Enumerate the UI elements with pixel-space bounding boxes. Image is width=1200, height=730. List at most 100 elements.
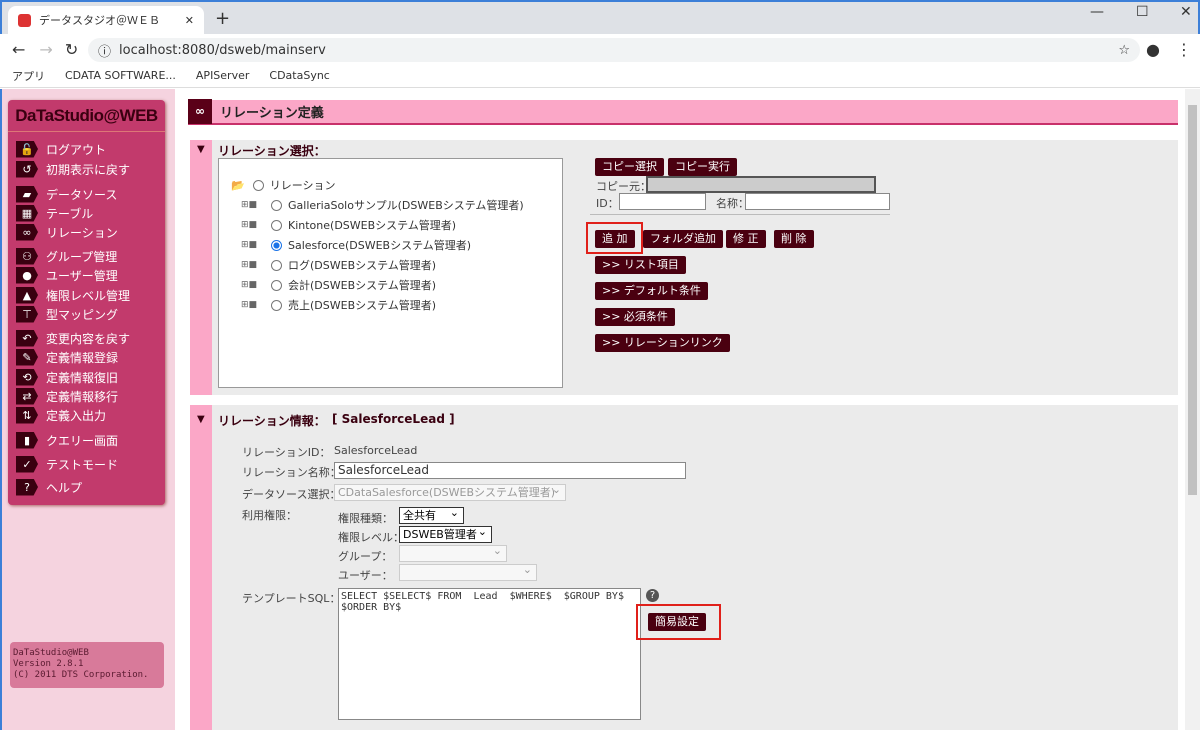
- help-icon[interactable]: ?: [646, 589, 659, 602]
- collapse-icon[interactable]: ▼: [197, 144, 205, 155]
- folder-icon[interactable]: ⊞■: [241, 260, 259, 270]
- template-sql-textarea[interactable]: SELECT $SELECT$ FROM Lead $WHERE$ $GROUP…: [338, 588, 641, 720]
- sidebar-item-4[interactable]: ∞ リレーション: [16, 223, 118, 241]
- sidebar-item-label: グループ管理: [46, 249, 118, 264]
- copy-source-field: [646, 176, 876, 193]
- account-icon[interactable]: ●: [1146, 40, 1160, 59]
- tree-item[interactable]: ⊞■ Kintone(DSWEBシステム管理者): [241, 217, 456, 233]
- sidebar-item-3[interactable]: ▦ テーブル: [16, 204, 93, 222]
- highlight-box: [586, 222, 643, 254]
- default-conditions-button[interactable]: >> デフォルト条件: [595, 282, 708, 300]
- radio-button[interactable]: [271, 279, 282, 291]
- collapse-icon[interactable]: ▼: [197, 414, 205, 425]
- bookmark-apiserver[interactable]: APIServer: [196, 69, 249, 82]
- reload-icon[interactable]: ↻: [65, 40, 78, 59]
- permission-type-select[interactable]: 全共有: [399, 505, 464, 524]
- sidebar-item-12[interactable]: ⇄ 定義情報移行: [16, 387, 118, 405]
- migrate-doc-icon: ⇄: [16, 387, 38, 405]
- bookmark-apps[interactable]: アプリ: [12, 68, 45, 84]
- radio-button[interactable]: [271, 299, 282, 311]
- folder-icon[interactable]: ⊞■: [241, 240, 259, 250]
- section-stripe: [190, 405, 212, 730]
- sidebar-item-1[interactable]: ↺ 初期表示に戻す: [16, 160, 130, 178]
- maximize-button[interactable]: ☐: [1136, 4, 1149, 20]
- relation-tree: 📂 リレーション ⊞■ GalleriaSoloサンプル(DSWEBシステム管理者)…: [218, 158, 563, 388]
- forward-icon[interactable]: →: [39, 40, 52, 59]
- folder-icon[interactable]: ⊞■: [241, 220, 259, 230]
- add-folder-button[interactable]: フォルダ追加: [643, 230, 723, 248]
- import-export-icon: ⇅: [16, 406, 38, 424]
- sidebar-item-2[interactable]: ▰ データソース: [16, 185, 117, 203]
- minimize-button[interactable]: —: [1090, 4, 1104, 20]
- folder-open-icon: 📂: [231, 178, 245, 192]
- new-tab-button[interactable]: +: [215, 8, 230, 29]
- group-select[interactable]: [399, 543, 507, 562]
- close-window-button[interactable]: ✕: [1180, 4, 1192, 20]
- user-icon: ●: [16, 266, 38, 284]
- browser-tab[interactable]: データスタジオ＠ＷＥＢ ✕: [8, 6, 204, 34]
- page-header: ∞ リレーション定義: [188, 99, 1178, 125]
- star-icon[interactable]: ☆: [1118, 43, 1130, 58]
- name-input[interactable]: [745, 193, 890, 210]
- close-tab-icon[interactable]: ✕: [185, 14, 194, 27]
- tree-item[interactable]: ⊞■ 売上(DSWEBシステム管理者): [241, 297, 436, 313]
- relation-link-button[interactable]: >> リレーションリンク: [595, 334, 730, 352]
- sidebar-item-label: ヘルプ: [46, 480, 83, 495]
- radio-button[interactable]: [271, 259, 282, 271]
- sidebar-item-13[interactable]: ⇅ 定義入出力: [16, 406, 106, 424]
- radio-root[interactable]: [252, 179, 264, 191]
- sidebar-item-7[interactable]: ▲ 権限レベル管理: [16, 286, 130, 304]
- sidebar-item-label: テストモード: [46, 457, 119, 472]
- tree-item[interactable]: ⊞■ ログ(DSWEBシステム管理者): [241, 257, 436, 273]
- undo-doc-icon: ↶: [16, 329, 38, 347]
- sidebar-item-8[interactable]: ⊤ 型マッピング: [16, 305, 118, 323]
- radio-button[interactable]: [271, 219, 282, 231]
- tree-item[interactable]: ⊞■ 会計(DSWEBシステム管理者): [241, 277, 436, 293]
- datasource-select[interactable]: CDataSalesforce(DSWEBシステム管理者): [334, 482, 566, 501]
- check-icon: ✓: [16, 455, 38, 473]
- sidebar-item-11[interactable]: ⟲ 定義情報復旧: [16, 368, 118, 386]
- sidebar-item-9[interactable]: ↶ 変更内容を戻す: [16, 329, 130, 347]
- info-icon: ⓘ: [98, 44, 112, 60]
- pyramid-icon: ▲: [16, 286, 38, 304]
- sidebar-item-label: クエリー画面: [46, 433, 119, 448]
- sidebar-item-label: 権限レベル管理: [46, 288, 131, 303]
- copy-select-button[interactable]: コピー選択: [595, 158, 664, 176]
- copy-execute-button[interactable]: コピー実行: [668, 158, 737, 176]
- scrollbar-thumb[interactable]: [1188, 105, 1197, 495]
- mapping-icon: ⊤: [16, 305, 38, 323]
- version-info: DaTaStudio@WEB Version 2.8.1 (C) 2011 DTS …: [10, 642, 164, 688]
- relation-icon: ∞: [188, 99, 212, 124]
- user-select[interactable]: [399, 562, 537, 581]
- sidebar-item-label: 定義情報登録: [46, 350, 119, 365]
- back-icon[interactable]: ←: [12, 40, 25, 59]
- tree-item[interactable]: ⊞■ GalleriaSoloサンプル(DSWEBシステム管理者): [241, 197, 524, 213]
- sidebar-item-6[interactable]: ● ユーザー管理: [16, 266, 118, 284]
- folder-icon[interactable]: ⊞■: [241, 280, 259, 290]
- required-conditions-button[interactable]: >> 必須条件: [595, 308, 675, 326]
- id-input[interactable]: [619, 193, 706, 210]
- permission-level-select[interactable]: DSWEB管理者: [399, 524, 492, 543]
- sidebar-item-label: 初期表示に戻す: [46, 162, 131, 177]
- menu-icon[interactable]: ⋮: [1176, 40, 1192, 59]
- folder-open-icon: ▰: [16, 185, 38, 203]
- delete-button[interactable]: 削 除: [774, 230, 814, 248]
- edit-button[interactable]: 修 正: [726, 230, 766, 248]
- relation-name-input[interactable]: SalesforceLead: [334, 462, 686, 479]
- sidebar-item-14[interactable]: ▮ クエリー画面: [16, 431, 118, 449]
- sidebar-item-10[interactable]: ✎ 定義情報登録: [16, 348, 118, 366]
- bookmark-cdata[interactable]: CDATA SOFTWARE...: [65, 69, 176, 82]
- list-items-button[interactable]: >> リスト項目: [595, 256, 686, 274]
- sidebar-item-5[interactable]: ⚇ グループ管理: [16, 247, 117, 265]
- sidebar-item-15[interactable]: ✓ テストモード: [16, 455, 118, 473]
- folder-icon[interactable]: ⊞■: [241, 300, 259, 310]
- url-input[interactable]: ⓘ localhost:8080/dsweb/mainserv ☆: [88, 38, 1140, 62]
- sidebar-item-16[interactable]: ? ヘルプ: [16, 478, 82, 496]
- radio-button[interactable]: [271, 199, 282, 211]
- folder-icon[interactable]: ⊞■: [241, 200, 259, 210]
- tree-item[interactable]: ⊞■ Salesforce(DSWEBシステム管理者): [241, 237, 471, 253]
- bookmark-cdatasync[interactable]: CDataSync: [269, 69, 329, 82]
- sidebar-item-0[interactable]: 🔓 ログアウト: [16, 140, 106, 158]
- lock-icon: 🔓: [16, 140, 38, 158]
- radio-button[interactable]: [271, 239, 282, 251]
